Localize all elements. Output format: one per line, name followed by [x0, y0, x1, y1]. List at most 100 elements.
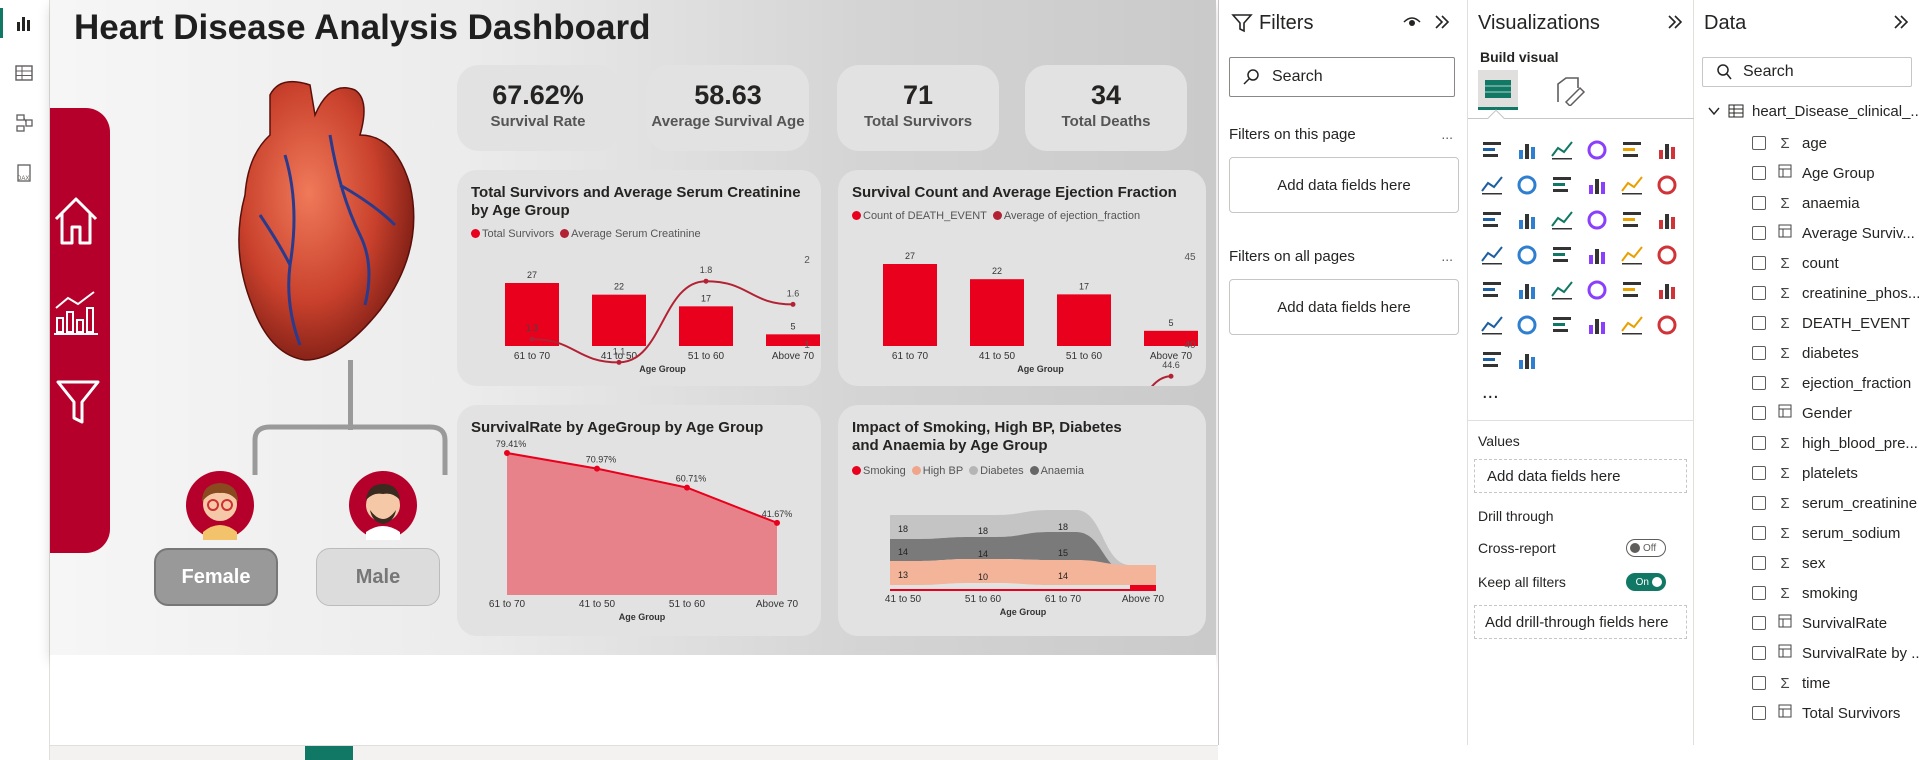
data-field-item[interactable]: SurvivalRate	[1694, 608, 1887, 638]
visual-type-icon[interactable]	[1480, 313, 1504, 337]
visual-type-icon[interactable]	[1515, 208, 1539, 232]
visual-type-icon[interactable]	[1480, 243, 1504, 267]
checkbox[interactable]	[1752, 466, 1766, 480]
data-field-item[interactable]: Σ DEATH_EVENT	[1694, 308, 1910, 338]
visual-type-icon[interactable]	[1620, 173, 1644, 197]
values-drop-zone[interactable]: Add data fields here	[1474, 459, 1687, 493]
checkbox[interactable]	[1752, 706, 1766, 720]
visual-type-icon[interactable]	[1550, 138, 1574, 162]
visual-type-icon[interactable]	[1550, 208, 1574, 232]
checkbox[interactable]	[1752, 376, 1766, 390]
checkbox[interactable]	[1752, 556, 1766, 570]
data-field-item[interactable]: Total Survivors	[1694, 698, 1900, 728]
visual-type-icon[interactable]	[1515, 313, 1539, 337]
checkbox[interactable]	[1752, 496, 1766, 510]
report-canvas[interactable]: Heart Disease Analysis Dashboard Female …	[50, 0, 1216, 655]
filters-search-input[interactable]: Search	[1229, 57, 1455, 97]
visual-type-icon[interactable]	[1515, 243, 1539, 267]
visual-type-icon[interactable]	[1480, 278, 1504, 302]
collapse-filters-icon[interactable]	[1433, 13, 1451, 36]
visual-type-icon[interactable]	[1585, 208, 1609, 232]
checkbox[interactable]	[1752, 676, 1766, 690]
page-filters-drop-zone[interactable]: Add data fields here	[1229, 157, 1459, 213]
data-field-item[interactable]: Σcount	[1694, 248, 1839, 278]
panel-ejection-fraction[interactable]: Survival Count and Average Ejection Frac…	[838, 170, 1206, 386]
data-field-item[interactable]: Σcreatinine_phos...	[1694, 278, 1919, 308]
cross-report-toggle[interactable]: Off	[1626, 539, 1666, 557]
visual-type-icon[interactable]	[1620, 243, 1644, 267]
visual-type-icon[interactable]	[1550, 313, 1574, 337]
checkbox[interactable]	[1752, 256, 1766, 270]
visual-type-icon[interactable]	[1585, 278, 1609, 302]
build-visual-tab-icon[interactable]	[1478, 70, 1518, 110]
data-field-item[interactable]: Age Group	[1694, 158, 1875, 188]
female-button[interactable]: Female	[154, 548, 278, 606]
more-options-icon[interactable]: ...	[1441, 248, 1453, 264]
data-field-item[interactable]: Σsex	[1694, 548, 1825, 578]
data-field-item[interactable]: Gender	[1694, 398, 1852, 428]
checkbox[interactable]	[1752, 316, 1766, 330]
checkbox[interactable]	[1752, 526, 1766, 540]
more-visuals-icon[interactable]: ...	[1482, 381, 1499, 404]
visual-type-icon[interactable]	[1515, 138, 1539, 162]
data-search-input[interactable]: Search	[1702, 57, 1912, 87]
visual-type-icon[interactable]	[1480, 208, 1504, 232]
collapse-viz-icon[interactable]	[1666, 13, 1684, 36]
visual-type-icon[interactable]	[1550, 173, 1574, 197]
visual-type-icon[interactable]	[1480, 348, 1504, 372]
eye-icon[interactable]	[1403, 14, 1421, 35]
visual-type-icon[interactable]	[1655, 278, 1679, 302]
data-field-item[interactable]: Σsmoking	[1694, 578, 1858, 608]
male-button[interactable]: Male	[316, 548, 440, 606]
data-field-item[interactable]: Σejection_fraction	[1694, 368, 1911, 398]
checkbox[interactable]	[1752, 196, 1766, 210]
collapse-data-icon[interactable]	[1892, 13, 1910, 36]
visual-type-icon[interactable]	[1655, 243, 1679, 267]
data-field-item[interactable]: Σhigh_blood_pre...	[1694, 428, 1918, 458]
visual-type-icon[interactable]	[1585, 138, 1609, 162]
visual-type-icon[interactable]	[1515, 348, 1539, 372]
panel-serum-creatinine[interactable]: Total Survivors and Average Serum Creati…	[457, 170, 821, 386]
checkbox[interactable]	[1752, 646, 1766, 660]
visual-type-icon[interactable]	[1480, 173, 1504, 197]
visual-type-icon[interactable]	[1655, 313, 1679, 337]
visual-type-icon[interactable]	[1655, 138, 1679, 162]
data-field-item[interactable]: Average Surviv...	[1694, 218, 1915, 248]
model-view-icon[interactable]	[6, 105, 42, 141]
visual-type-icon[interactable]	[1620, 278, 1644, 302]
filter-icon[interactable]	[54, 378, 102, 433]
female-avatar[interactable]	[185, 470, 255, 545]
home-icon[interactable]	[50, 193, 102, 254]
format-visual-tab-icon[interactable]	[1554, 74, 1586, 111]
visual-type-icon[interactable]	[1585, 173, 1609, 197]
keep-filters-toggle[interactable]: On	[1626, 573, 1666, 591]
male-avatar[interactable]	[348, 470, 418, 545]
visual-type-icon[interactable]	[1515, 173, 1539, 197]
visual-type-icon[interactable]	[1620, 208, 1644, 232]
data-field-item[interactable]: Σdiabetes	[1694, 338, 1859, 368]
dax-query-view-icon[interactable]: DAX	[6, 155, 42, 191]
drill-through-drop-zone[interactable]: Add drill-through fields here	[1474, 605, 1687, 639]
visual-type-icon[interactable]	[1585, 243, 1609, 267]
panel-survival-rate[interactable]: SurvivalRate by AgeGroup by Age Group 79…	[457, 405, 821, 636]
visual-type-icon[interactable]	[1550, 243, 1574, 267]
data-field-item[interactable]: Σplatelets	[1694, 458, 1858, 488]
data-field-item[interactable]: Σtime	[1694, 668, 1830, 698]
visual-type-icon[interactable]	[1620, 138, 1644, 162]
active-page-tab[interactable]	[305, 746, 353, 760]
table-view-icon[interactable]	[6, 55, 42, 91]
visual-type-icon[interactable]	[1620, 313, 1644, 337]
visual-type-icon[interactable]	[1655, 173, 1679, 197]
checkbox[interactable]	[1752, 226, 1766, 240]
checkbox[interactable]	[1752, 406, 1766, 420]
more-options-icon[interactable]: ...	[1441, 126, 1453, 142]
visual-type-icon[interactable]	[1550, 278, 1574, 302]
panel-risk-factors[interactable]: Impact of Smoking, High BP, Diabetes and…	[838, 405, 1206, 636]
analytics-icon[interactable]	[52, 288, 100, 341]
checkbox[interactable]	[1752, 346, 1766, 360]
visual-type-icon[interactable]	[1480, 138, 1504, 162]
data-field-item[interactable]: Σserum_sodium	[1694, 518, 1900, 548]
checkbox[interactable]	[1752, 166, 1766, 180]
visual-type-icon[interactable]	[1515, 278, 1539, 302]
table-node[interactable]: heart_Disease_clinical_...	[1708, 96, 1919, 126]
